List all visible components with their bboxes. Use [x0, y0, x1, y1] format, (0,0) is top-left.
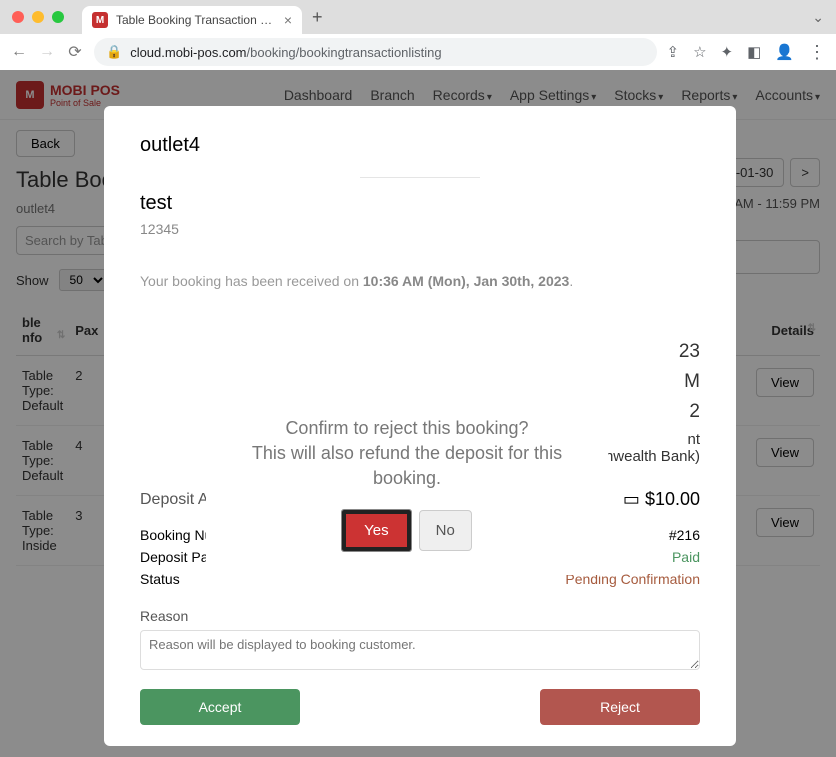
- tab-favicon-icon: M: [92, 12, 108, 28]
- booking-status-label: Status: [140, 571, 180, 587]
- forward-icon: →: [38, 43, 56, 61]
- booking-number-value: #216: [669, 527, 700, 543]
- reload-icon[interactable]: ⟳: [66, 42, 84, 62]
- panel-time-value: M: [684, 371, 700, 393]
- url-host: cloud.mobi-pos.com: [130, 45, 246, 60]
- extensions-icon[interactable]: ✦: [721, 43, 734, 61]
- confirm-line-2: This will also refund the deposit for th…: [230, 441, 584, 491]
- maximize-window-icon[interactable]: [52, 11, 64, 23]
- url-path: /booking/bookingtransactionlisting: [247, 45, 442, 60]
- accept-button[interactable]: Accept: [140, 689, 300, 725]
- panel-customer-name: test: [140, 192, 700, 215]
- panel-outlet: outlet4: [140, 134, 700, 157]
- lock-icon: 🔒: [106, 44, 122, 60]
- bookmark-icon[interactable]: ☆: [693, 43, 706, 61]
- reason-label: Reason: [140, 608, 700, 624]
- minimize-window-icon[interactable]: [32, 11, 44, 23]
- reject-button[interactable]: Reject: [540, 689, 700, 725]
- kebab-menu-icon[interactable]: ⋮: [808, 42, 826, 63]
- tab-title: Table Booking Transaction List: [116, 13, 276, 27]
- window-controls: [12, 11, 64, 23]
- browser-tab[interactable]: M Table Booking Transaction List ×: [82, 6, 302, 34]
- panel-date-value: 23: [679, 341, 700, 363]
- new-tab-button[interactable]: +: [312, 7, 323, 28]
- confirm-line-1: Confirm to reject this booking?: [230, 416, 584, 441]
- browser-chrome: M Table Booking Transaction List × + ⌄ ←…: [0, 0, 836, 70]
- confirm-yes-button[interactable]: Yes: [342, 510, 410, 551]
- back-icon[interactable]: ←: [10, 43, 28, 61]
- chevron-down-icon[interactable]: ⌄: [812, 9, 824, 26]
- panel-received-line: Your booking has been received on 10:36 …: [140, 273, 700, 289]
- close-tab-icon[interactable]: ×: [284, 12, 292, 28]
- address-bar[interactable]: 🔒 cloud.mobi-pos.com/booking/bookingtran…: [94, 38, 657, 66]
- payment-status-value: Paid: [672, 549, 700, 565]
- panel-customer-code: 12345: [140, 221, 700, 237]
- panel-icon[interactable]: ◧: [747, 43, 761, 61]
- close-window-icon[interactable]: [12, 11, 24, 23]
- money-icon: ▭: [623, 489, 640, 509]
- confirm-reject-modal: Confirm to reject this booking? This wil…: [206, 388, 608, 575]
- share-icon[interactable]: ⇪: [667, 43, 680, 61]
- deposit-value: ▭ $10.00: [623, 489, 700, 510]
- panel-pax-value: 2: [689, 401, 700, 423]
- reason-textarea[interactable]: [140, 630, 700, 670]
- profile-icon[interactable]: 👤: [775, 43, 794, 61]
- confirm-no-button[interactable]: No: [419, 510, 472, 551]
